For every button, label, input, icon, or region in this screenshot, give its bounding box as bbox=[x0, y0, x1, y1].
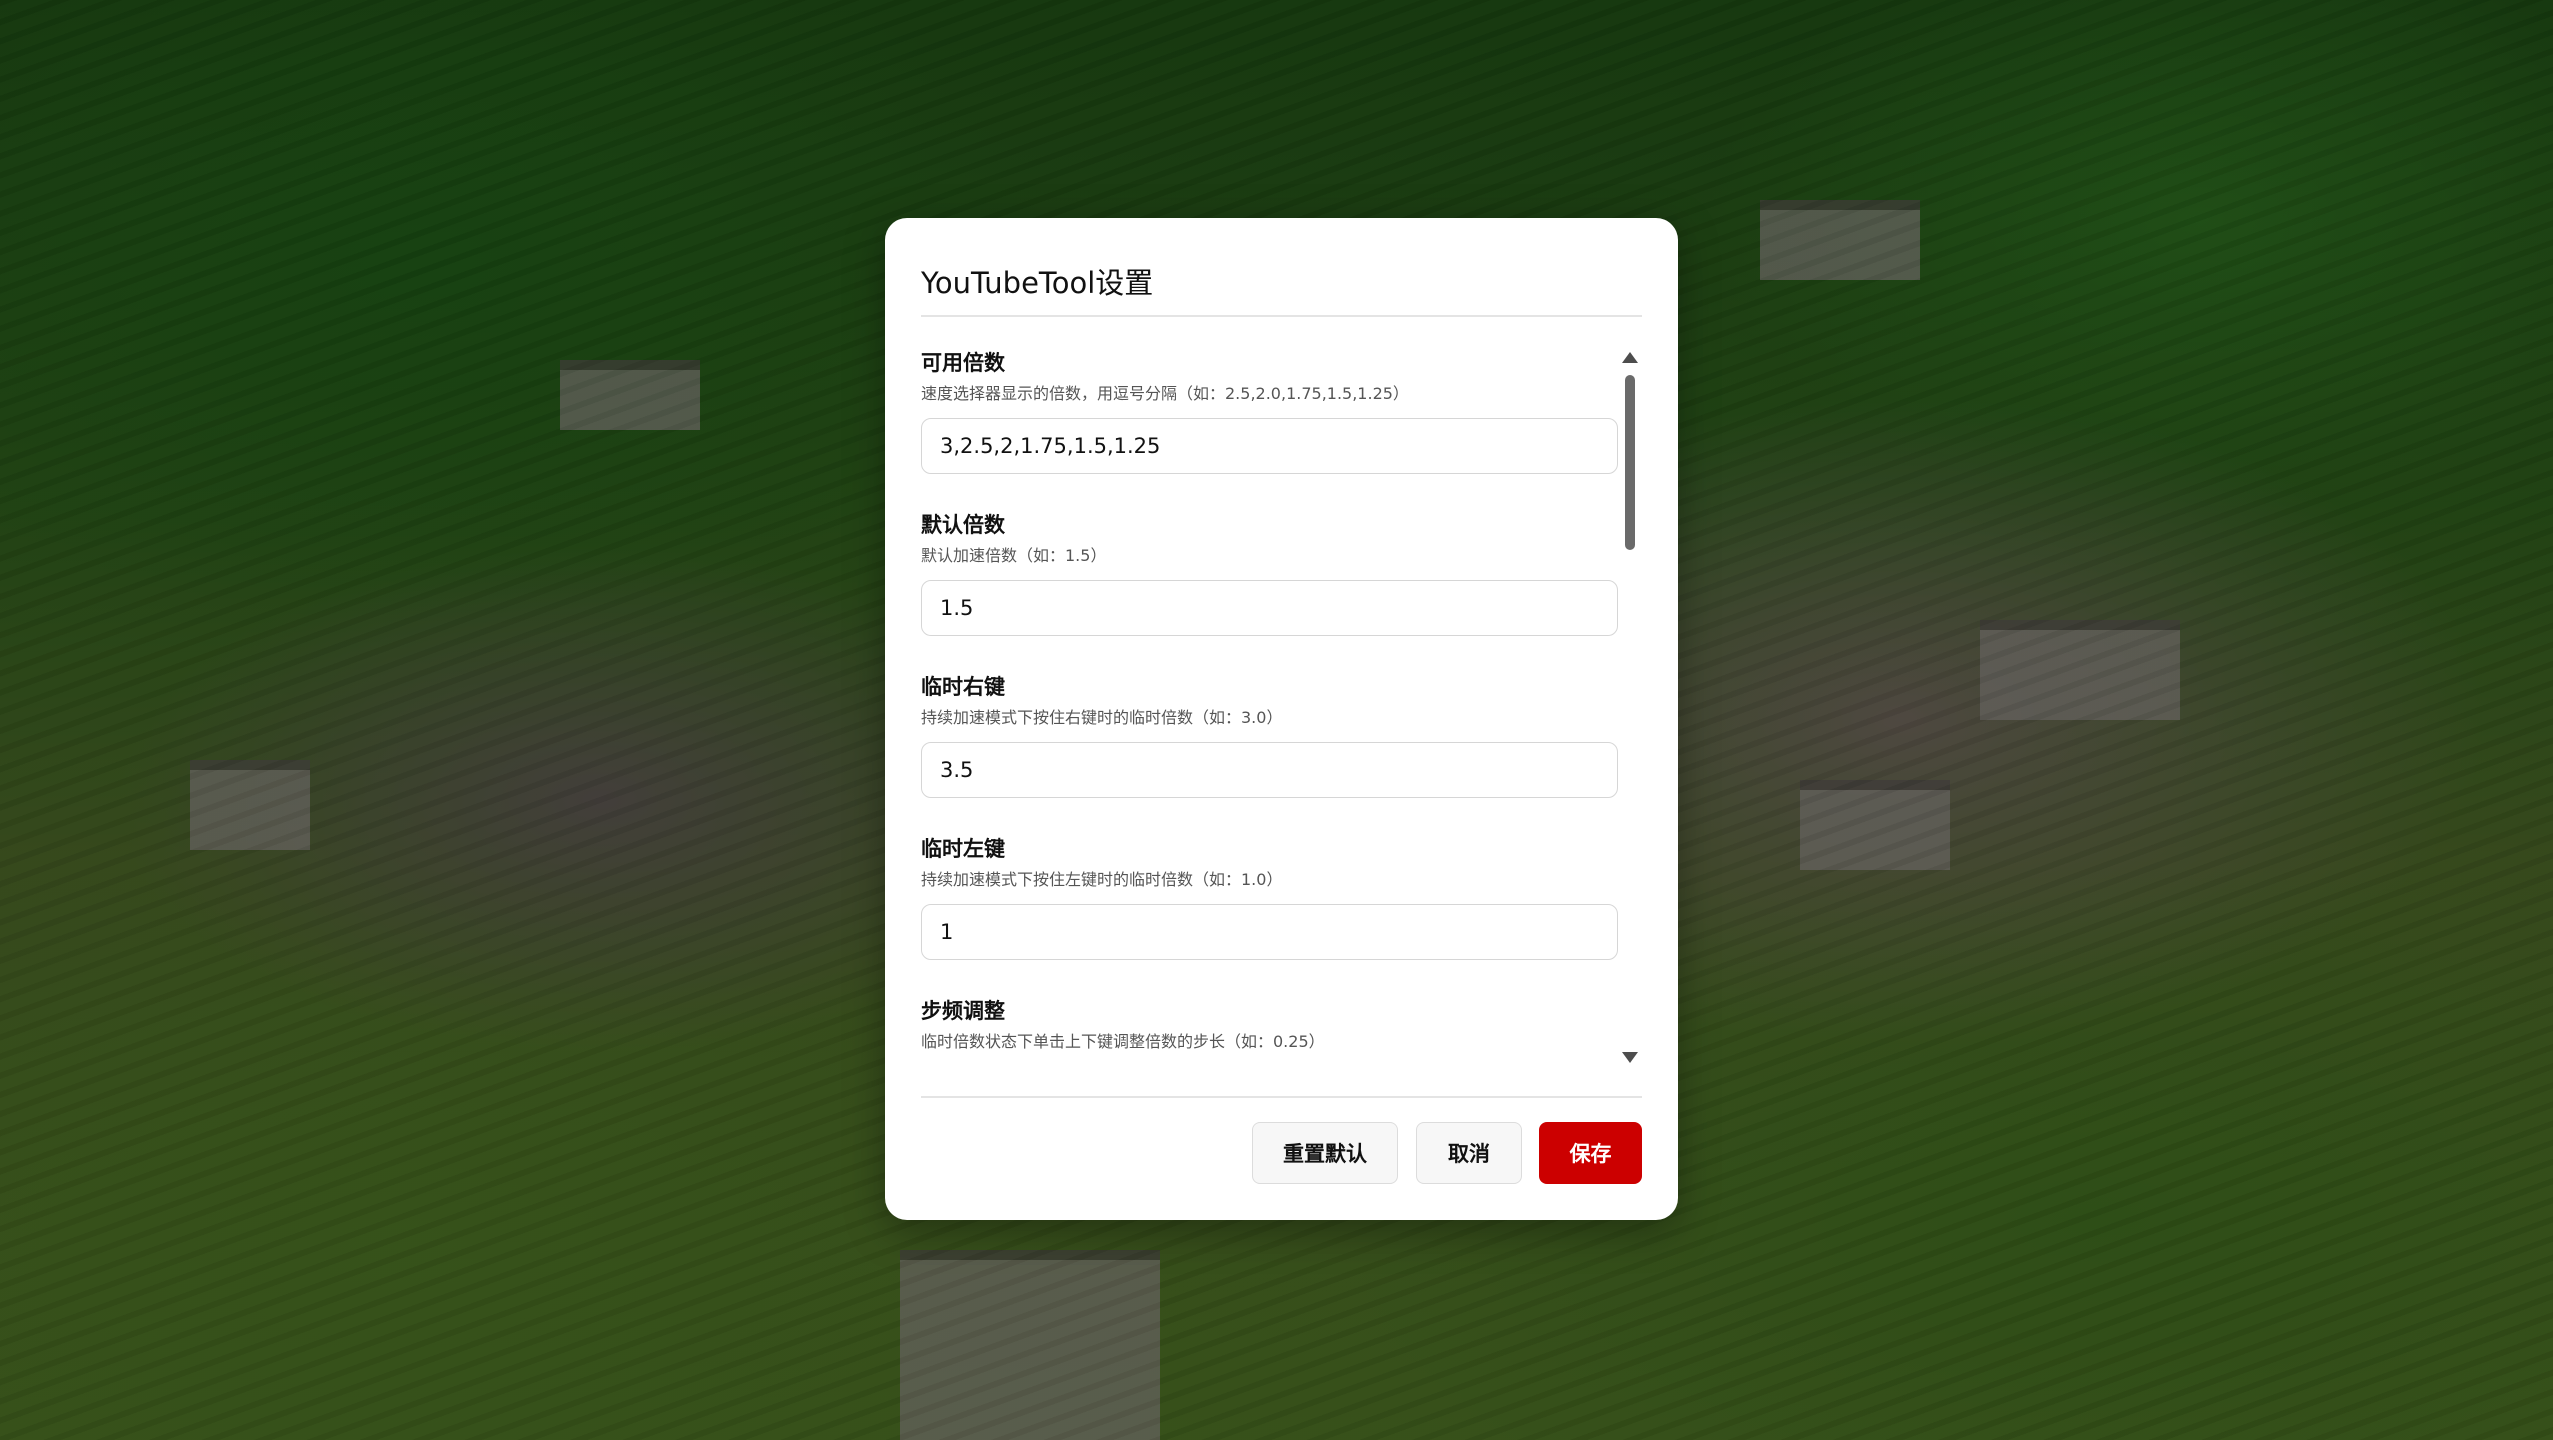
setting-description: 临时倍数状态下单击上下键调整倍数的步长（如：0.25） bbox=[921, 1032, 1325, 1051]
setting-label: 默认倍数 bbox=[921, 513, 1005, 537]
setting-description: 持续加速模式下按住左键时的临时倍数（如：1.0） bbox=[921, 870, 1283, 889]
setting-label: 临时右键 bbox=[921, 675, 1005, 699]
reset-defaults-button[interactable]: 重置默认 bbox=[1252, 1122, 1398, 1184]
setting-description: 速度选择器显示的倍数，用逗号分隔（如：2.5,2.0,1.75,1.5,1.25… bbox=[921, 384, 1409, 403]
setting-temp-left-key: 临时左键 持续加速模式下按住左键时的临时倍数（如：1.0） bbox=[921, 834, 1618, 960]
setting-available-speeds: 可用倍数 速度选择器显示的倍数，用逗号分隔（如：2.5,2.0,1.75,1.5… bbox=[921, 348, 1618, 474]
setting-label: 可用倍数 bbox=[921, 351, 1005, 375]
cancel-button[interactable]: 取消 bbox=[1416, 1122, 1522, 1184]
setting-description: 持续加速模式下按住右键时的临时倍数（如：3.0） bbox=[921, 708, 1283, 727]
save-button[interactable]: 保存 bbox=[1539, 1122, 1642, 1184]
footer-divider bbox=[921, 1096, 1642, 1098]
setting-description: 默认加速倍数（如：1.5） bbox=[921, 546, 1107, 565]
setting-step-adjust: 步频调整 临时倍数状态下单击上下键调整倍数的步长（如：0.25） bbox=[921, 996, 1618, 1054]
title-divider bbox=[921, 315, 1642, 317]
setting-temp-right-key: 临时右键 持续加速模式下按住右键时的临时倍数（如：3.0） bbox=[921, 672, 1618, 798]
temp-right-key-input[interactable] bbox=[921, 742, 1618, 798]
scrollbar-thumb[interactable] bbox=[1625, 375, 1635, 550]
scroll-up-arrow-icon[interactable] bbox=[1622, 352, 1638, 363]
default-speed-input[interactable] bbox=[921, 580, 1618, 636]
settings-scroll-area[interactable]: 可用倍数 速度选择器显示的倍数，用逗号分隔（如：2.5,2.0,1.75,1.5… bbox=[921, 348, 1621, 1128]
temp-left-key-input[interactable] bbox=[921, 904, 1618, 960]
scroll-down-arrow-icon[interactable] bbox=[1622, 1052, 1638, 1063]
dialog-title: YouTubeTool设置 bbox=[921, 266, 1154, 300]
available-speeds-input[interactable] bbox=[921, 418, 1618, 474]
setting-default-speed: 默认倍数 默认加速倍数（如：1.5） bbox=[921, 510, 1618, 636]
setting-label: 临时左键 bbox=[921, 837, 1005, 861]
settings-dialog: YouTubeTool设置 可用倍数 速度选择器显示的倍数，用逗号分隔（如：2.… bbox=[885, 218, 1678, 1220]
setting-label: 步频调整 bbox=[921, 999, 1005, 1023]
